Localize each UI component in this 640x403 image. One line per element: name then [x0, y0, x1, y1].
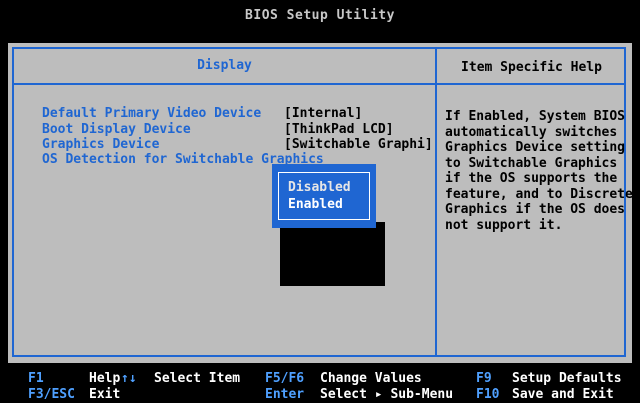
- help-line: feature, and to Discrete: [445, 186, 633, 202]
- key-f10-desc: Save and Exit: [512, 387, 614, 402]
- setting-graphics-device[interactable]: Graphics Device: [42, 137, 159, 152]
- popup-option-enabled[interactable]: Enabled: [288, 197, 343, 212]
- column-divider: [435, 49, 437, 355]
- key-legend: F1 Help ↑↓ Select Item F5/F6 Change Valu…: [0, 367, 640, 403]
- key-arrows-desc: Select Item: [154, 371, 241, 386]
- key-f9-desc: Setup Defaults: [512, 371, 622, 386]
- arrow-keys-icon: ↑↓: [121, 371, 137, 386]
- key-enter: Enter: [265, 387, 305, 402]
- key-f3-esc: F3/ESC: [28, 387, 75, 402]
- window-title: BIOS Setup Utility: [245, 8, 395, 23]
- help-line: Graphics if the OS does: [445, 202, 626, 217]
- header-divider: [14, 83, 624, 85]
- key-f5f6-desc: Change Values: [320, 371, 422, 386]
- key-f1-desc: Help: [89, 371, 121, 386]
- help-line: to Switchable Graphics: [445, 155, 618, 171]
- setup-panel: Display Item Specific Help Default Prima…: [8, 43, 633, 363]
- key-f5f6: F5/F6: [265, 371, 305, 386]
- key-f9: F9: [476, 371, 492, 386]
- setting-value-graphics-device[interactable]: [Switchable Graphi]: [284, 137, 433, 152]
- popup-option-disabled[interactable]: Disabled: [288, 180, 351, 195]
- help-line: automatically switches: [445, 124, 618, 140]
- value-popup[interactable]: Disabled Enabled: [272, 164, 376, 228]
- help-text: If Enabled, System BIOS automatically sw…: [445, 109, 633, 233]
- section-title: Display: [197, 58, 252, 73]
- popup-border: Disabled Enabled: [278, 172, 370, 220]
- key-f3-desc: Exit: [89, 387, 121, 402]
- help-line: Graphics Device setting: [445, 140, 626, 155]
- key-enter-desc: Select ▸ Sub-Menu: [320, 387, 454, 402]
- setting-boot-display-device[interactable]: Boot Display Device: [42, 122, 191, 137]
- setting-value-boot-display-device[interactable]: [ThinkPad LCD]: [284, 122, 394, 137]
- setting-default-primary-video-device[interactable]: Default Primary Video Device: [42, 106, 261, 121]
- help-line: if the OS supports the: [445, 171, 618, 186]
- help-line: not support it.: [445, 217, 563, 233]
- help-title: Item Specific Help: [461, 60, 602, 75]
- help-line: If Enabled, System BIOS: [445, 109, 626, 124]
- key-f1: F1: [28, 371, 44, 386]
- key-f10: F10: [476, 387, 500, 402]
- setting-value-default-primary-video-device[interactable]: [Internal]: [284, 106, 362, 121]
- popup-shadow: [280, 222, 385, 286]
